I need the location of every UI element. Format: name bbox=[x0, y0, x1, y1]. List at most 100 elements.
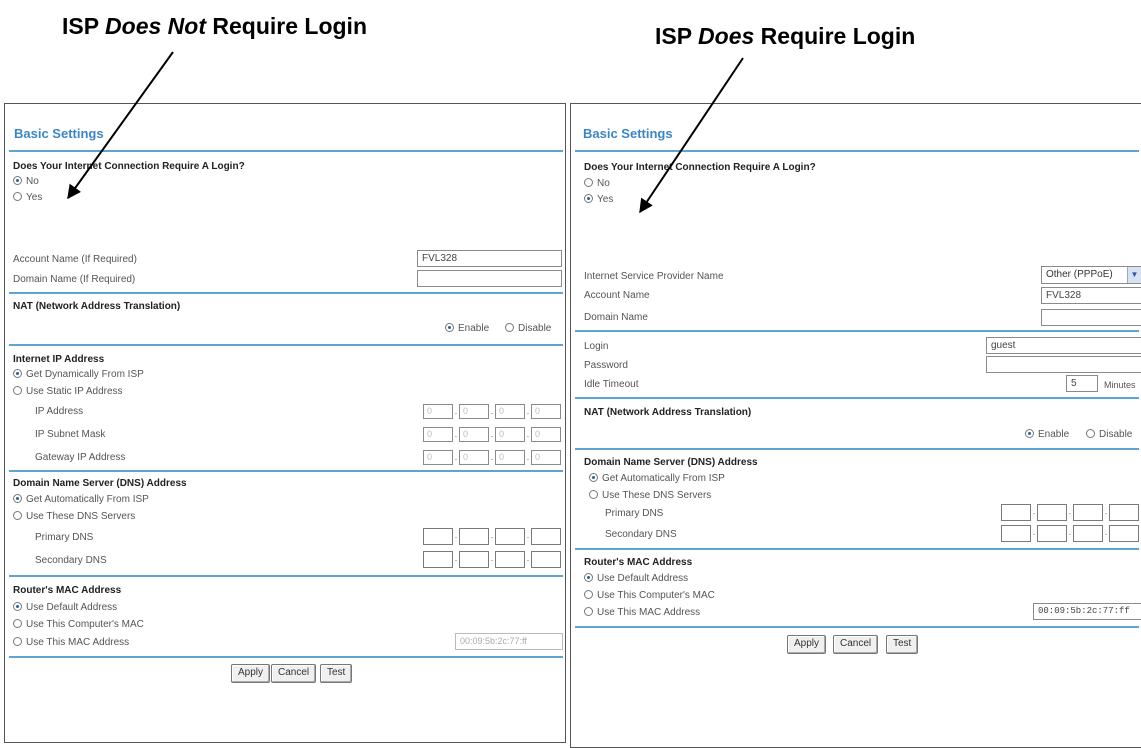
ip-address-input[interactable]: 0. 0. 0. 0 bbox=[423, 404, 561, 419]
caption-login: ISP Does Require Login bbox=[655, 23, 916, 49]
mac-default-radio[interactable]: Use Default Address bbox=[13, 602, 117, 613]
isp-name-select[interactable]: Other (PPPoE) ▼ bbox=[1041, 266, 1141, 284]
secondary-dns-input[interactable]: . . . bbox=[423, 551, 561, 568]
divider bbox=[9, 470, 563, 472]
secondary-dns-label: Secondary DNS bbox=[605, 529, 677, 540]
apply-button[interactable]: Apply bbox=[231, 664, 271, 683]
secondary-dns-input[interactable]: . . . bbox=[1001, 525, 1139, 542]
password-input[interactable] bbox=[986, 356, 1141, 373]
divider bbox=[575, 397, 1139, 399]
octet-input[interactable] bbox=[495, 551, 525, 568]
radio-login-no[interactable]: No bbox=[584, 178, 610, 189]
radio-selected-icon bbox=[445, 323, 454, 332]
octet-input[interactable] bbox=[1109, 504, 1139, 521]
octet-input[interactable]: 0 bbox=[495, 404, 525, 419]
radio-selected-icon bbox=[584, 573, 593, 582]
mac-address-input[interactable]: 00:09:5b:2c:77:ff bbox=[455, 633, 563, 650]
domain-name-input[interactable] bbox=[1041, 309, 1141, 326]
octet-input[interactable]: 0 bbox=[495, 427, 525, 442]
account-name-input[interactable]: FVL328 bbox=[1041, 287, 1141, 304]
page-title: Basic Settings bbox=[583, 126, 673, 141]
dns-manual-radio[interactable]: Use These DNS Servers bbox=[13, 511, 135, 522]
octet-input[interactable]: 0 bbox=[459, 427, 489, 442]
mac-default-radio[interactable]: Use Default Address bbox=[584, 573, 688, 584]
octet-input[interactable] bbox=[1073, 504, 1103, 521]
ip-static-radio[interactable]: Use Static IP Address bbox=[13, 386, 123, 397]
nat-enable-radio[interactable]: Enable bbox=[1025, 429, 1069, 440]
octet-input[interactable]: 0 bbox=[423, 427, 453, 442]
radio-selected-icon bbox=[584, 194, 593, 203]
dns-manual-radio[interactable]: Use These DNS Servers bbox=[589, 490, 711, 501]
radio-icon bbox=[584, 178, 593, 187]
octet-input[interactable]: 0 bbox=[531, 450, 561, 465]
octet-input[interactable]: 0 bbox=[423, 450, 453, 465]
account-name-input[interactable]: FVL328 bbox=[417, 250, 562, 267]
mac-computer-radio[interactable]: Use This Computer's MAC bbox=[13, 619, 144, 630]
dns-auto-radio[interactable]: Get Automatically From ISP bbox=[589, 473, 725, 484]
ip-address-label: IP Address bbox=[35, 406, 84, 417]
dns-auto-radio[interactable]: Get Automatically From ISP bbox=[13, 494, 149, 505]
octet-input[interactable] bbox=[495, 528, 525, 545]
cancel-button[interactable]: Cancel bbox=[833, 635, 879, 654]
octet-input[interactable] bbox=[423, 528, 453, 545]
domain-name-input[interactable] bbox=[417, 270, 562, 287]
radio-login-no[interactable]: No bbox=[13, 176, 39, 187]
octet-input[interactable] bbox=[459, 528, 489, 545]
nat-title: NAT (Network Address Translation) bbox=[584, 407, 752, 418]
divider bbox=[9, 575, 563, 577]
subnet-mask-input[interactable]: 0. 0. 0. 0 bbox=[423, 427, 561, 442]
settings-panel-no-login: Basic Settings Does Your Internet Connec… bbox=[4, 103, 566, 743]
mac-title: Router's MAC Address bbox=[584, 557, 693, 568]
octet-input[interactable] bbox=[1037, 504, 1067, 521]
nat-title: NAT (Network Address Translation) bbox=[13, 301, 181, 312]
radio-login-yes[interactable]: Yes bbox=[13, 192, 42, 203]
octet-input[interactable] bbox=[1001, 525, 1031, 542]
octet-input[interactable] bbox=[459, 551, 489, 568]
primary-dns-input[interactable]: . . . bbox=[423, 528, 561, 545]
idle-timeout-input[interactable]: 5 bbox=[1066, 375, 1098, 392]
mac-this-radio[interactable]: Use This MAC Address bbox=[584, 607, 700, 618]
octet-input[interactable]: 0 bbox=[423, 404, 453, 419]
octet-input[interactable]: 0 bbox=[531, 404, 561, 419]
ip-dynamic-radio[interactable]: Get Dynamically From ISP bbox=[13, 369, 144, 380]
octet-input[interactable]: 0 bbox=[495, 450, 525, 465]
mac-address-input[interactable]: 00:09:5b:2c:77:ff bbox=[1033, 603, 1141, 620]
gateway-ip-input[interactable]: 0. 0. 0. 0 bbox=[423, 450, 561, 465]
radio-login-yes[interactable]: Yes bbox=[584, 194, 613, 205]
mac-computer-radio[interactable]: Use This Computer's MAC bbox=[584, 590, 715, 601]
octet-input[interactable]: 0 bbox=[459, 450, 489, 465]
mac-this-radio[interactable]: Use This MAC Address bbox=[13, 637, 129, 648]
chevron-down-icon: ▼ bbox=[1127, 267, 1141, 283]
radio-selected-icon bbox=[13, 494, 22, 503]
cancel-button[interactable]: Cancel bbox=[271, 664, 317, 683]
nat-disable-radio[interactable]: Disable bbox=[1086, 429, 1132, 440]
login-question: Does Your Internet Connection Require A … bbox=[13, 161, 245, 172]
gateway-ip-label: Gateway IP Address bbox=[35, 452, 126, 463]
radio-selected-icon bbox=[13, 602, 22, 611]
radio-icon bbox=[13, 192, 22, 201]
octet-input[interactable] bbox=[531, 551, 561, 568]
octet-input[interactable] bbox=[1109, 525, 1139, 542]
octet-input[interactable]: 0 bbox=[459, 404, 489, 419]
nat-disable-radio[interactable]: Disable bbox=[505, 323, 551, 334]
octet-input[interactable] bbox=[531, 528, 561, 545]
octet-input[interactable] bbox=[1001, 504, 1031, 521]
test-button[interactable]: Test bbox=[320, 664, 353, 683]
nat-enable-radio[interactable]: Enable bbox=[445, 323, 489, 334]
radio-icon bbox=[13, 511, 22, 520]
login-input[interactable]: guest bbox=[986, 337, 1141, 354]
octet-input[interactable] bbox=[1073, 525, 1103, 542]
account-name-label: Account Name bbox=[584, 290, 650, 301]
octet-input[interactable]: 0 bbox=[531, 427, 561, 442]
octet-input[interactable] bbox=[1037, 525, 1067, 542]
octet-input[interactable] bbox=[423, 551, 453, 568]
test-button[interactable]: Test bbox=[886, 635, 919, 654]
divider bbox=[9, 150, 563, 152]
primary-dns-input[interactable]: . . . bbox=[1001, 504, 1139, 521]
divider bbox=[9, 656, 563, 658]
apply-button[interactable]: Apply bbox=[787, 635, 827, 654]
caption-no-login: ISP Does Not Require Login bbox=[62, 13, 367, 39]
password-label: Password bbox=[584, 360, 628, 371]
radio-icon bbox=[584, 607, 593, 616]
settings-panel-login: Basic Settings Does Your Internet Connec… bbox=[570, 103, 1141, 748]
